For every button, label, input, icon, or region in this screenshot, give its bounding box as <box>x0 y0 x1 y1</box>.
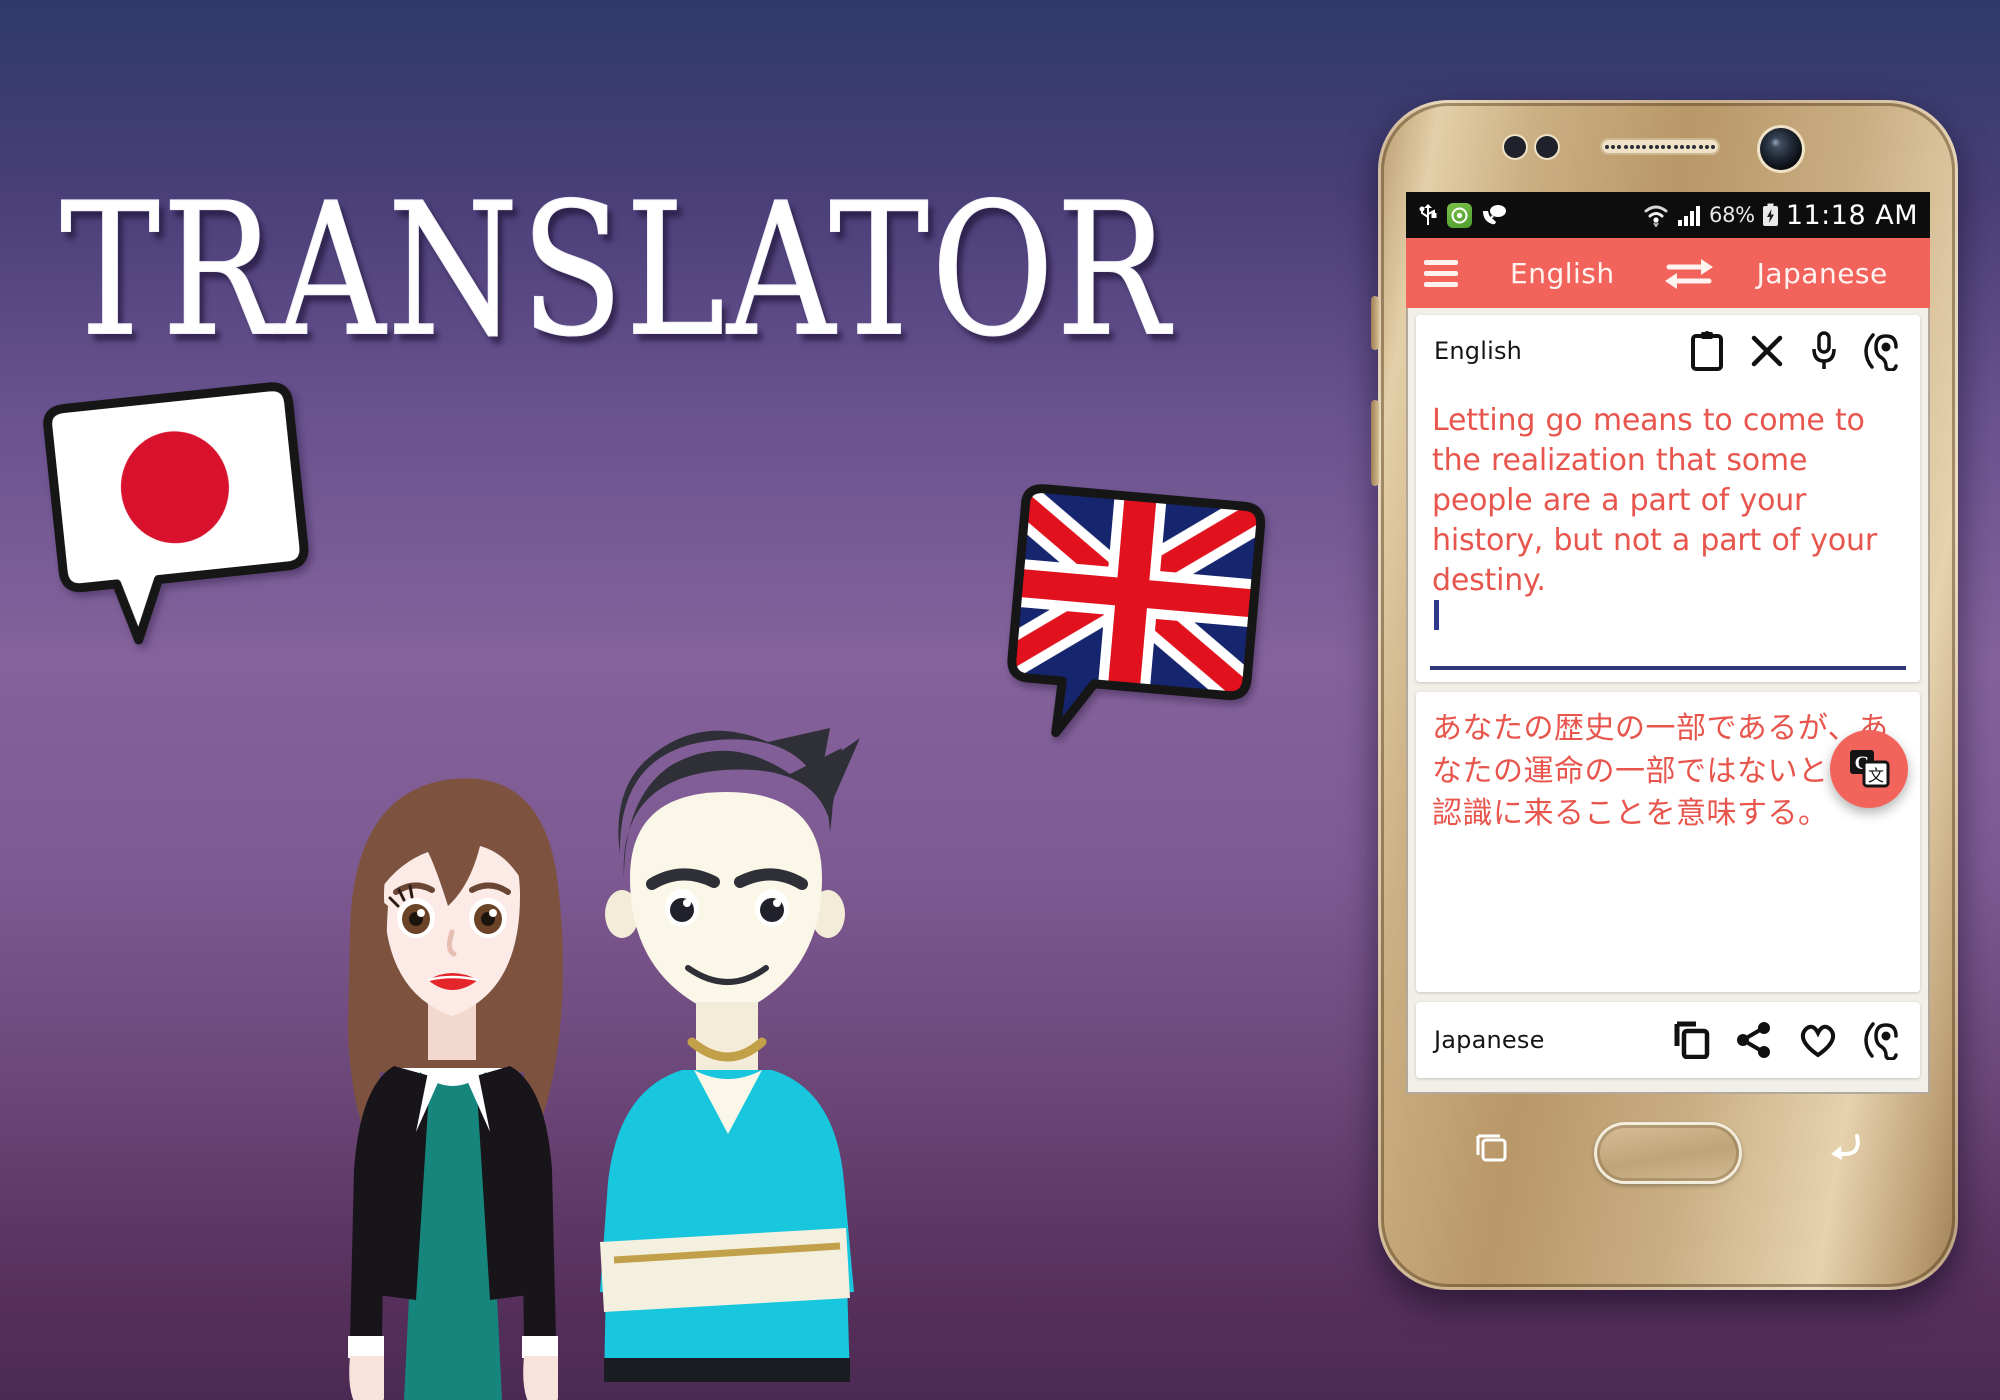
volume-up-button[interactable] <box>1371 296 1379 350</box>
source-underline <box>1430 666 1906 670</box>
recent-apps-icon[interactable] <box>1474 1132 1508 1169</box>
poster-canvas: TRANSLATOR 68% 11:18 AM English Japanese… <box>0 0 2000 1400</box>
proximity-sensor-icon <box>1504 136 1526 158</box>
target-action-icons <box>1674 1020 1902 1060</box>
woman-figure <box>348 778 563 1400</box>
battery-percent-label: 68% <box>1709 203 1755 227</box>
listen-ear-icon[interactable] <box>1864 331 1902 371</box>
charging-battery-icon <box>1762 203 1779 227</box>
characters-svg <box>348 728 860 1400</box>
paste-clipboard-icon[interactable] <box>1690 331 1724 371</box>
source-text: Letting go means to come to the realizat… <box>1432 403 1877 598</box>
source-action-icons <box>1690 331 1902 371</box>
status-bar: 68% 11:18 AM <box>1406 192 1930 238</box>
status-clock: 11:18 AM <box>1785 199 1918 231</box>
favorite-heart-icon[interactable] <box>1798 1022 1838 1058</box>
translate-fab[interactable]: G 文 <box>1830 730 1908 808</box>
volume-down-button[interactable] <box>1371 400 1379 486</box>
man-figure <box>600 728 860 1382</box>
front-camera-icon <box>1760 128 1802 170</box>
target-footer-card: Japanese <box>1416 1002 1920 1078</box>
clear-x-icon[interactable] <box>1750 334 1784 368</box>
light-sensor-icon <box>1536 136 1558 158</box>
home-button[interactable] <box>1594 1122 1742 1184</box>
status-bar-right: 68% 11:18 AM <box>1643 200 1918 231</box>
usb-icon <box>1418 203 1438 227</box>
swap-arrows-icon[interactable] <box>1663 257 1715 289</box>
status-bar-left <box>1418 202 1507 228</box>
earpiece-speaker <box>1600 138 1720 155</box>
target-language-label: Japanese <box>1434 1026 1545 1054</box>
source-language-label: English <box>1434 337 1523 365</box>
copy-icon[interactable] <box>1674 1021 1710 1059</box>
page-title: TRANSLATOR <box>60 164 1172 378</box>
microphone-icon[interactable] <box>1810 331 1838 371</box>
phone-screen: 68% 11:18 AM English Japanese English Le… <box>1406 192 1930 1094</box>
google-translate-icon: G 文 <box>1850 750 1890 788</box>
text-caret <box>1434 600 1439 631</box>
phone-mockup: 68% 11:18 AM English Japanese English Le… <box>1371 100 1958 1290</box>
target-card-footer: Japanese <box>1416 1002 1920 1078</box>
listen-ear-icon[interactable] <box>1864 1020 1902 1060</box>
green-app-icon <box>1447 202 1472 228</box>
app-toolbar: English Japanese <box>1406 238 1930 308</box>
source-card: English Letting go means to come to the … <box>1416 315 1920 682</box>
wifi-icon <box>1643 203 1669 227</box>
hamburger-icon[interactable] <box>1424 259 1458 287</box>
signal-bars-icon <box>1676 203 1702 227</box>
japan-flag-bubble-svg <box>43 382 309 645</box>
character-illustration <box>320 700 1020 1400</box>
source-text-area[interactable]: Letting go means to come to the realizat… <box>1416 387 1920 682</box>
japan-flag-bubble <box>18 378 323 656</box>
share-icon[interactable] <box>1736 1022 1772 1058</box>
call-bubble-icon <box>1481 204 1507 226</box>
back-arrow-icon[interactable] <box>1826 1130 1862 1167</box>
svg-text:文: 文 <box>1868 766 1884 785</box>
appbar-target-language[interactable]: Japanese <box>1757 257 1888 290</box>
source-card-header: English <box>1416 315 1920 387</box>
appbar-source-language[interactable]: English <box>1510 257 1615 290</box>
